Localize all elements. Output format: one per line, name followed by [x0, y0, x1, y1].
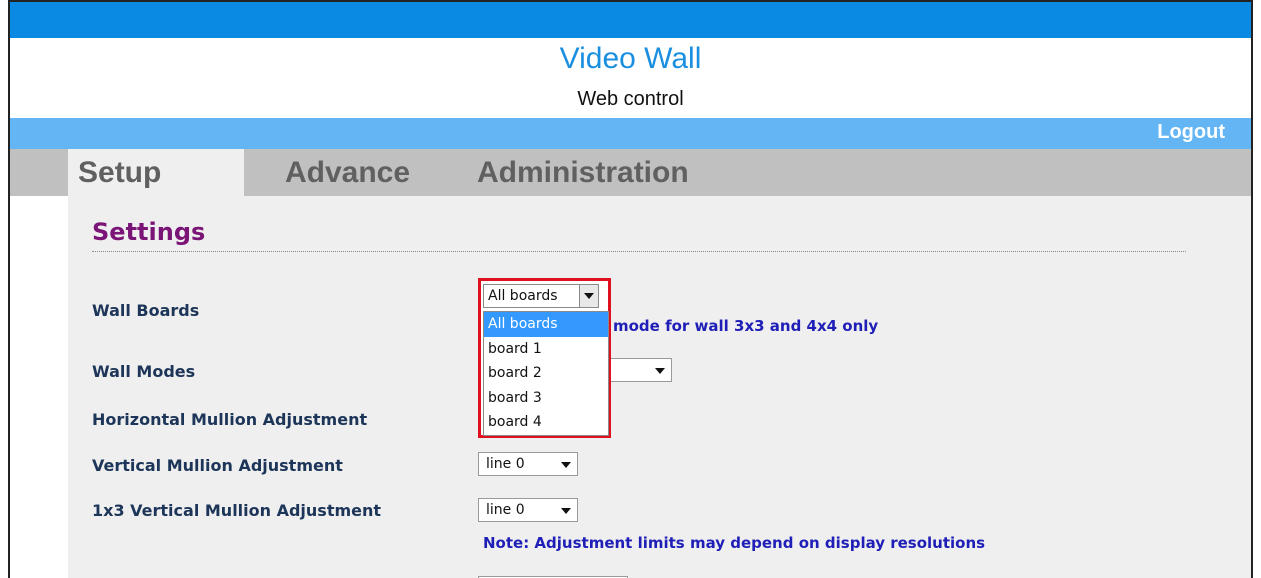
wall-boards-label: Wall Boards [92, 301, 200, 320]
wall-boards-select[interactable]: All boards [483, 284, 599, 308]
dropdown-button[interactable] [579, 285, 598, 307]
wall-boards-options: All boards board 1 board 2 board 3 board… [483, 311, 609, 436]
settings-panel: Settings Wall Boards mode for wall 3x3 a… [68, 196, 1251, 578]
dropdown-option[interactable]: board 3 [484, 386, 608, 411]
vertical-mullion-value: line 0 [486, 456, 525, 472]
chevron-down-icon [655, 368, 665, 374]
wall-modes-label: Wall Modes [92, 362, 196, 381]
tab-bar: Setup Advance Administration [10, 149, 1251, 196]
wall-boards-note: mode for wall 3x3 and 4x4 only [613, 317, 879, 335]
logout-link[interactable]: Logout [1157, 121, 1225, 144]
dropdown-option[interactable]: board 2 [484, 361, 608, 386]
page-subtitle: Web control [577, 88, 684, 110]
tab-setup[interactable]: Setup [68, 149, 244, 196]
dropdown-option[interactable]: All boards [484, 312, 608, 337]
dropdown-option[interactable]: board 4 [484, 410, 608, 435]
top-bar [10, 2, 1251, 38]
vertical-mullion-1x3-select[interactable]: line 0 [478, 498, 578, 522]
vertical-mullion-1x3-label: 1x3 Vertical Mullion Adjustment [92, 501, 382, 520]
tab-administration[interactable]: Administration [477, 149, 689, 196]
chevron-down-icon [561, 462, 571, 468]
chevron-down-icon [584, 293, 594, 299]
browser-frame: Video Wall Web control Logout Setup Adva… [8, 0, 1253, 578]
wall-boards-dropdown-highlight: All boards All boards board 1 board 2 bo… [478, 278, 611, 438]
settings-heading: Settings [92, 218, 206, 246]
logout-bar: Logout [10, 118, 1251, 149]
vertical-mullion-select[interactable]: line 0 [478, 452, 578, 476]
vertical-mullion-label: Vertical Mullion Adjustment [92, 456, 343, 475]
wall-boards-selected-value: All boards [488, 288, 558, 304]
divider [92, 251, 1186, 252]
adjustment-note: Note: Adjustment limits may depend on di… [483, 534, 986, 552]
chevron-down-icon [561, 508, 571, 514]
horizontal-mullion-label: Horizontal Mullion Adjustment [92, 410, 368, 429]
dropdown-option[interactable]: board 1 [484, 337, 608, 362]
page-title: Video Wall [559, 42, 702, 75]
vertical-mullion-1x3-value: line 0 [486, 502, 525, 518]
tab-advance[interactable]: Advance [285, 149, 410, 196]
